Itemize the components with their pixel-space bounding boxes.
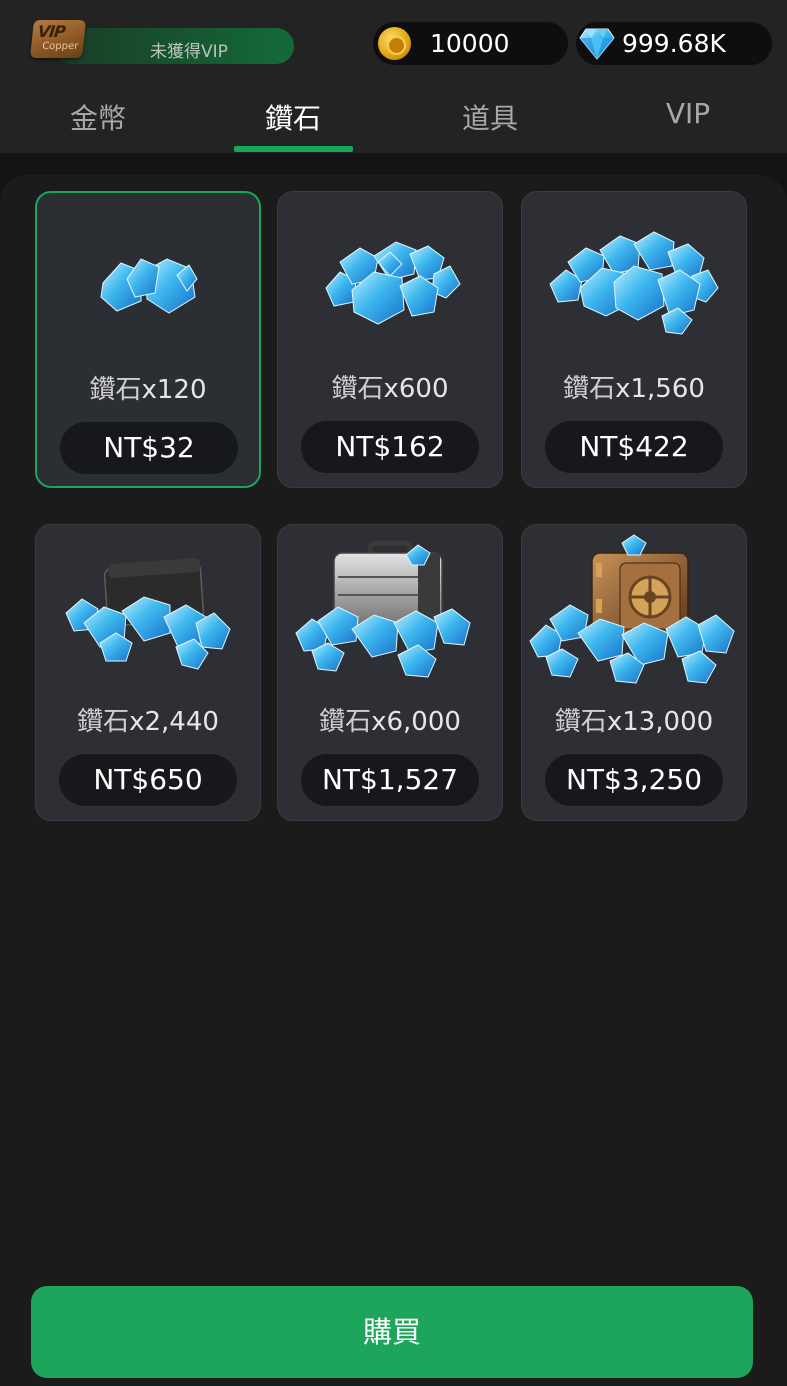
price-button[interactable]: NT$162 bbox=[301, 421, 479, 473]
product-title: 鑽石x1,560 bbox=[522, 368, 746, 405]
small-gem-pile-icon bbox=[100, 258, 198, 314]
tab-items[interactable]: 道具 bbox=[392, 85, 588, 153]
product-quantity: x2,440 bbox=[129, 707, 219, 737]
product-card-diamonds-120[interactable]: 鑽石x120 NT$32 bbox=[35, 191, 261, 488]
buy-button[interactable]: 購買 bbox=[31, 1286, 753, 1378]
product-quantity: x120 bbox=[141, 375, 207, 405]
price-button[interactable]: NT$650 bbox=[59, 754, 237, 806]
medium-gem-pile-icon bbox=[325, 241, 461, 325]
product-name: 鑽石 bbox=[77, 707, 130, 737]
product-quantity: x6,000 bbox=[371, 707, 461, 737]
product-name: 鑽石 bbox=[563, 374, 616, 404]
tab-vip[interactable]: VIP bbox=[590, 85, 786, 153]
product-title: 鑽石x120 bbox=[37, 369, 259, 406]
vip-status-text: 未獲得VIP bbox=[150, 42, 228, 62]
vip-badge-tier: Copper bbox=[41, 41, 79, 52]
product-name: 鑽石 bbox=[319, 707, 372, 737]
active-tab-indicator bbox=[234, 146, 353, 152]
product-quantity: x1,560 bbox=[615, 374, 705, 404]
product-quantity: x600 bbox=[383, 374, 449, 404]
wallet-gem-pile-icon bbox=[65, 558, 231, 670]
diamond-icon bbox=[579, 28, 615, 60]
diamond-balance-value: 999.68K bbox=[622, 29, 726, 58]
product-card-diamonds-1560[interactable]: 鑽石x1,560 NT$422 bbox=[521, 191, 747, 488]
coin-balance-value: 10000 bbox=[430, 29, 510, 58]
product-title: 鑽石x600 bbox=[278, 368, 502, 405]
coin-balance[interactable]: 10000 bbox=[373, 22, 568, 65]
price-button[interactable]: NT$1,527 bbox=[301, 754, 479, 806]
safe-gem-pile-icon bbox=[529, 534, 735, 684]
price-button[interactable]: NT$3,250 bbox=[545, 754, 723, 806]
tab-coins[interactable]: 金幣 bbox=[0, 85, 196, 153]
price-button[interactable]: NT$32 bbox=[60, 422, 238, 474]
product-title: 鑽石x2,440 bbox=[36, 701, 260, 738]
product-title: 鑽石x13,000 bbox=[522, 701, 746, 738]
category-tabs: 金幣 鑽石 道具 VIP bbox=[0, 85, 787, 153]
vip-badge-label: VIP bbox=[36, 22, 66, 41]
product-card-diamonds-13000[interactable]: 鑽石x13,000 NT$3,250 bbox=[521, 524, 747, 821]
top-bar: 未獲得VIP VIP Copper 10000 999.68K 金幣 鑽石 道具… bbox=[0, 0, 787, 153]
diamond-balance[interactable]: 999.68K bbox=[576, 22, 772, 65]
product-name: 鑽石 bbox=[89, 375, 142, 405]
large-gem-pile-icon bbox=[549, 231, 719, 335]
product-card-diamonds-2440[interactable]: 鑽石x2,440 NT$650 bbox=[35, 524, 261, 821]
vip-status-pill[interactable]: 未獲得VIP bbox=[54, 28, 294, 64]
gold-coin-icon bbox=[378, 27, 411, 60]
tab-diamonds[interactable]: 鑽石 bbox=[195, 85, 391, 153]
vip-copper-badge-icon: VIP Copper bbox=[30, 20, 86, 58]
product-name: 鑽石 bbox=[331, 374, 384, 404]
product-title: 鑽石x6,000 bbox=[278, 701, 502, 738]
product-card-diamonds-6000[interactable]: 鑽石x6,000 NT$1,527 bbox=[277, 524, 503, 821]
product-card-diamonds-600[interactable]: 鑽石x600 NT$162 bbox=[277, 191, 503, 488]
product-name: 鑽石 bbox=[554, 707, 607, 737]
price-button[interactable]: NT$422 bbox=[545, 421, 723, 473]
product-quantity: x13,000 bbox=[606, 707, 714, 737]
vip-status[interactable]: 未獲得VIP VIP Copper bbox=[30, 20, 294, 66]
briefcase-gem-pile-icon bbox=[295, 540, 471, 678]
